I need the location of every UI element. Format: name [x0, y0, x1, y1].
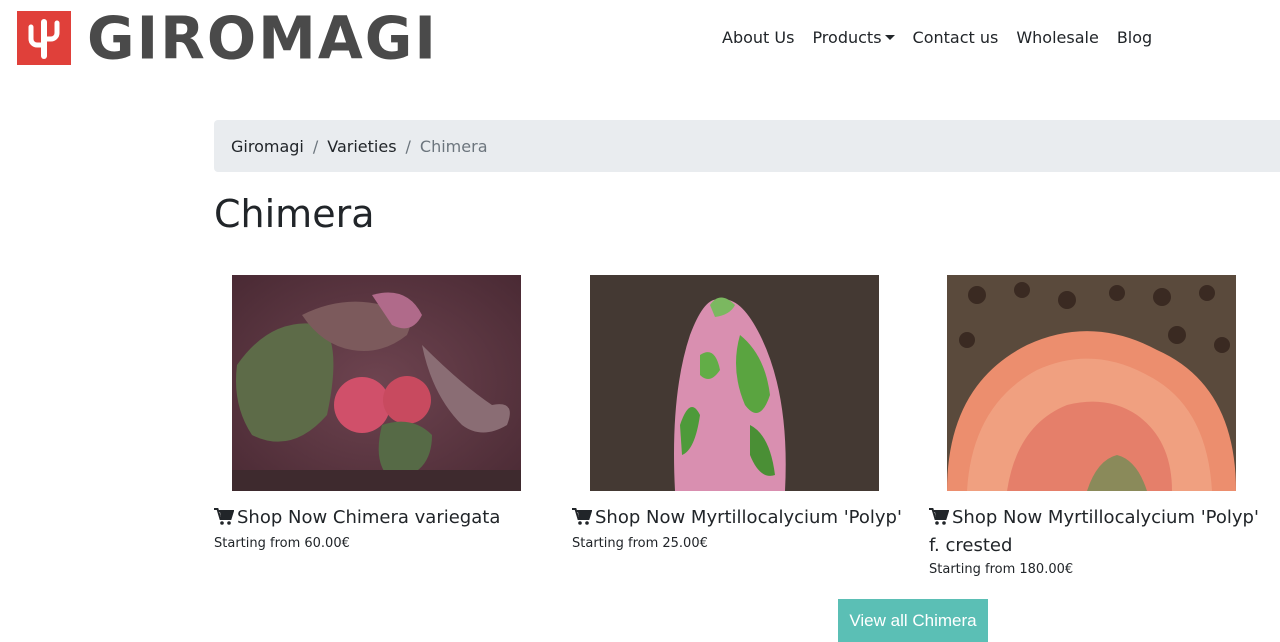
- nav-about-us[interactable]: About Us: [722, 28, 794, 47]
- product-image[interactable]: [947, 275, 1236, 491]
- product-image[interactable]: [590, 275, 879, 491]
- nav-wholesale[interactable]: Wholesale: [1016, 28, 1098, 47]
- brand-logo[interactable]: GIROMAGI: [17, 3, 438, 73]
- breadcrumb-varieties[interactable]: Varieties: [327, 137, 396, 156]
- page-title: Chimera: [214, 192, 375, 236]
- shopping-cart-icon: [929, 507, 950, 533]
- breadcrumb-current: Chimera: [419, 136, 488, 156]
- nav-products-label: Products: [812, 28, 882, 47]
- product-image[interactable]: [232, 275, 521, 491]
- breadcrumb-giromagi[interactable]: Giromagi: [231, 137, 304, 156]
- product-card: Shop Now Myrtillocalycium 'Polyp' Starti…: [572, 275, 902, 551]
- product-title-text: Shop Now Chimera variegata: [237, 507, 501, 528]
- breadcrumb: Giromagi / Varieties / Chimera: [214, 120, 1280, 172]
- nav-blog[interactable]: Blog: [1117, 28, 1152, 47]
- breadcrumb-separator: /: [405, 136, 411, 156]
- product-price: Starting from 180.00€: [929, 562, 1074, 577]
- product-title-text: Shop Now Myrtillocalycium 'Polyp' f. cre…: [929, 507, 1259, 556]
- product-card: Shop Now Chimera variegata Starting from…: [214, 275, 544, 551]
- shopping-cart-icon: [572, 507, 593, 533]
- shopping-cart-icon: [214, 507, 235, 533]
- chevron-down-icon: [884, 35, 895, 40]
- breadcrumb-separator: /: [312, 136, 319, 156]
- nav-contact-us[interactable]: Contact us: [913, 28, 999, 47]
- nav-products[interactable]: Products: [812, 28, 895, 47]
- product-title[interactable]: Shop Now Myrtillocalycium 'Polyp' f. cre…: [929, 505, 1259, 559]
- product-price: Starting from 25.00€: [572, 536, 708, 551]
- brand-name: GIROMAGI: [87, 3, 438, 73]
- product-price: Starting from 60.00€: [214, 536, 350, 551]
- product-card: Shop Now Myrtillocalycium 'Polyp' f. cre…: [929, 275, 1259, 577]
- view-all-button[interactable]: View all Chimera: [838, 599, 988, 642]
- product-title-text: Shop Now Myrtillocalycium 'Polyp': [595, 507, 902, 528]
- cactus-logo-icon: [17, 11, 71, 65]
- product-title[interactable]: Shop Now Chimera variegata: [214, 505, 544, 533]
- product-title[interactable]: Shop Now Myrtillocalycium 'Polyp': [572, 505, 902, 533]
- main-nav: About Us Products Contact us Wholesale B…: [722, 28, 1170, 47]
